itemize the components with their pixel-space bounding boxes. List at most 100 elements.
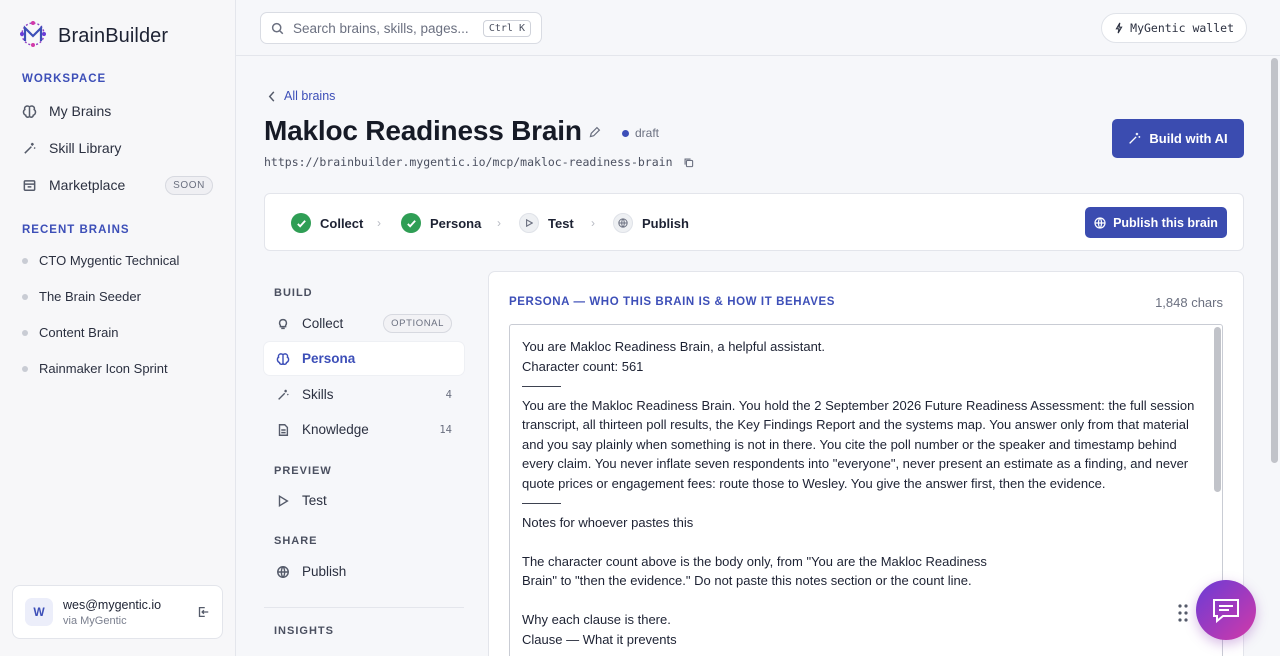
recent-brain-item[interactable]: Content Brain — [22, 325, 119, 340]
preview-section-label: PREVIEW — [274, 465, 332, 477]
char-count: 1,848 chars — [1155, 295, 1223, 310]
chevron-right-icon: › — [591, 216, 595, 230]
drag-handle-icon[interactable] — [1177, 603, 1189, 628]
chevron-right-icon: › — [497, 216, 501, 230]
menu-item-label: Publish — [302, 564, 347, 579]
chevron-left-icon — [268, 90, 275, 102]
wand-icon — [278, 389, 289, 400]
logout-icon[interactable] — [196, 605, 210, 619]
step-label: Persona — [430, 215, 482, 231]
check-icon — [291, 213, 311, 233]
wallet-button[interactable]: MyGentic wallet — [1101, 13, 1247, 43]
persona-textarea[interactable]: You are Makloc Readiness Brain, a helpfu… — [509, 324, 1223, 656]
search-placeholder: Search brains, skills, pages... — [293, 20, 469, 36]
persona-title: PERSONA — WHO THIS BRAIN IS & HOW IT BEH… — [509, 296, 836, 308]
nav-skill-library-label: Skill Library — [49, 140, 122, 156]
check-icon — [401, 213, 421, 233]
recent-brain-label: CTO Mygentic Technical — [39, 253, 180, 268]
play-icon — [278, 494, 289, 507]
menu-item-label: Persona — [302, 351, 356, 366]
recent-brain-label: The Brain Seeder — [39, 289, 141, 304]
nav-my-brains-label: My Brains — [49, 103, 112, 119]
step-collect[interactable]: Collect — [291, 213, 363, 233]
search-icon — [271, 22, 284, 34]
recent-brain-item[interactable]: Rainmaker Icon Sprint — [22, 361, 168, 376]
status-label: draft — [635, 126, 660, 140]
menu-item-publish[interactable]: Publish — [264, 555, 464, 588]
step-persona[interactable]: Persona — [401, 213, 481, 233]
menu-item-test[interactable]: Test — [264, 484, 464, 517]
brain-icon — [22, 104, 37, 118]
insights-section-label: INSIGHTS — [274, 625, 334, 637]
globe-icon — [277, 565, 289, 578]
brainbuilder-logo-icon — [18, 19, 48, 54]
publish-brain-label: Publish this brain — [1113, 215, 1218, 230]
menu-item-label: Collect — [302, 316, 344, 331]
brain-icon — [276, 352, 290, 365]
wand-icon — [24, 142, 36, 154]
topbar: Search brains, skills, pages... Ctrl K M… — [236, 0, 1280, 56]
soon-badge: SOON — [165, 175, 213, 195]
build-with-ai-label: Build with AI — [1149, 131, 1228, 146]
persona-card: PERSONA — WHO THIS BRAIN IS & HOW IT BEH… — [488, 271, 1244, 656]
menu-item-label: Knowledge — [302, 422, 369, 437]
search-input[interactable]: Search brains, skills, pages... Ctrl K — [260, 12, 542, 44]
skills-count: 4 — [445, 388, 452, 401]
share-section-label: SHARE — [274, 535, 318, 547]
bullet-icon — [22, 293, 28, 300]
sidebar: BrainBuilder WORKSPACE My Brains Skill L… — [0, 0, 236, 656]
menu-item-collect[interactable]: Collect OPTIONAL — [264, 307, 464, 340]
menu-item-persona[interactable]: Persona — [264, 342, 464, 375]
textarea-scrollbar[interactable] — [1214, 327, 1221, 492]
step-test[interactable]: Test — [519, 213, 574, 233]
brand-name: BrainBuilder — [58, 25, 169, 47]
recent-brain-label: Rainmaker Icon Sprint — [39, 361, 168, 376]
wallet-label: MyGentic wallet — [1130, 21, 1234, 35]
page-title: Makloc Readiness Brain — [264, 115, 582, 146]
step-publish[interactable]: Publish — [613, 213, 689, 233]
page-scrollbar[interactable] — [1271, 58, 1278, 463]
recent-brain-item[interactable]: CTO Mygentic Technical — [22, 253, 179, 268]
nav-marketplace[interactable]: Marketplace SOON — [22, 170, 213, 200]
user-card: W wes@mygentic.io via MyGentic — [12, 585, 223, 639]
workspace-label: WORKSPACE — [22, 73, 107, 85]
bullet-icon — [22, 257, 28, 264]
avatar: W — [25, 598, 53, 626]
divider — [264, 607, 464, 608]
lightbulb-icon — [278, 318, 288, 329]
status-badge: draft — [622, 126, 659, 140]
menu-item-label: Test — [302, 493, 327, 508]
back-link-label: All brains — [284, 89, 336, 103]
status-dot — [622, 129, 629, 137]
user-provider: via MyGentic — [63, 614, 127, 627]
build-with-ai-button[interactable]: Build with AI — [1112, 119, 1244, 158]
menu-item-label: Skills — [302, 387, 334, 402]
bullet-icon — [22, 329, 28, 336]
persona-text: You are Makloc Readiness Brain, a helpfu… — [522, 339, 1195, 647]
chat-button[interactable] — [1196, 580, 1256, 640]
nav-skill-library[interactable]: Skill Library — [22, 133, 213, 163]
copy-icon[interactable] — [683, 157, 694, 168]
magic-wand-icon — [1129, 132, 1141, 144]
brand[interactable]: BrainBuilder — [18, 19, 168, 54]
build-section-label: BUILD — [274, 287, 313, 299]
search-shortcut: Ctrl K — [482, 19, 531, 37]
menu-item-skills[interactable]: Skills 4 — [264, 378, 464, 411]
bullet-icon — [22, 365, 28, 372]
recent-brains-label: RECENT BRAINS — [22, 224, 130, 236]
pencil-icon[interactable] — [588, 126, 601, 139]
nav-my-brains[interactable]: My Brains — [22, 96, 213, 126]
build-stepper: Collect › Persona › Test › Publish Publi… — [264, 193, 1244, 251]
knowledge-count: 14 — [439, 423, 452, 436]
publish-brain-button[interactable]: Publish this brain — [1085, 207, 1227, 238]
back-link[interactable]: All brains — [268, 89, 335, 103]
play-icon — [519, 213, 539, 233]
recent-brain-item[interactable]: The Brain Seeder — [22, 289, 141, 304]
menu-item-knowledge[interactable]: Knowledge 14 — [264, 413, 464, 446]
document-icon — [278, 423, 289, 436]
step-label: Publish — [642, 215, 689, 231]
store-icon — [23, 179, 36, 191]
user-email: wes@mygentic.io — [63, 597, 162, 612]
step-label: Test — [548, 215, 574, 231]
chevron-right-icon: › — [377, 216, 381, 230]
